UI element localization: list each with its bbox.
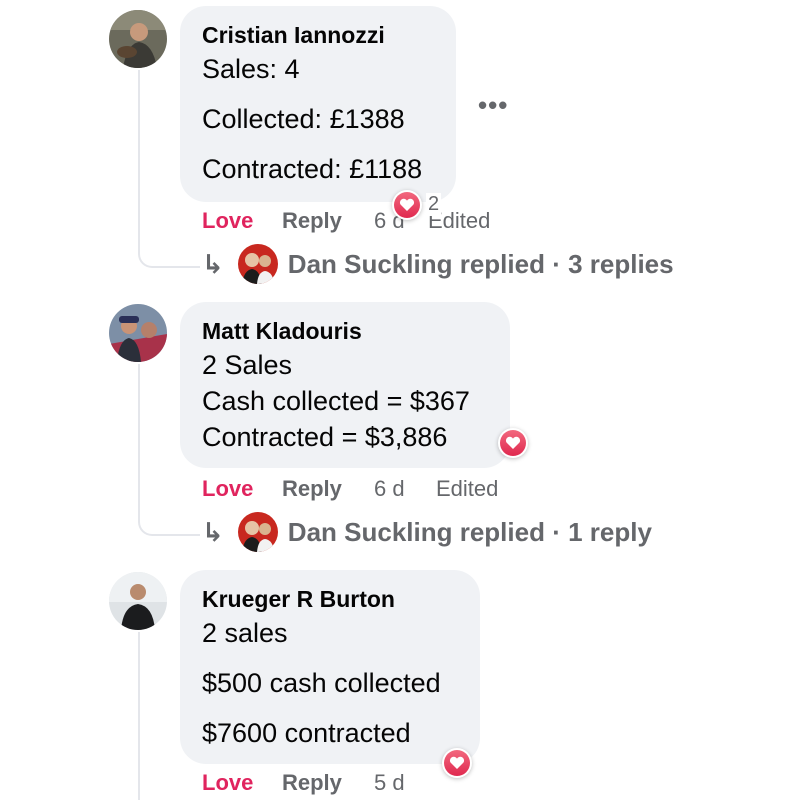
comment-bubble: Krueger R Burton 2 sales $500 cash colle… — [180, 570, 480, 764]
avatar[interactable] — [109, 10, 167, 68]
comment-actions: Love Reply 5 d — [202, 770, 522, 798]
comment-text-line: 2 sales — [202, 618, 288, 648]
comment-bubble: Cristian Iannozzi Sales: 4 Collected: £1… — [180, 6, 456, 202]
replier-avatar — [237, 244, 278, 284]
comment-text-line: $7600 contracted — [202, 718, 411, 748]
reaction-badge[interactable] — [498, 428, 528, 458]
comment-bubble: Matt Kladouris 2 Sales Cash collected = … — [180, 302, 510, 468]
reply-button[interactable]: Reply — [282, 208, 342, 234]
avatar[interactable] — [109, 304, 167, 362]
comment-author[interactable]: Cristian Iannozzi — [202, 22, 385, 49]
timestamp[interactable]: 5 d — [374, 770, 405, 796]
comment-text-line: Contracted = $3,886 — [202, 422, 448, 452]
reply-button[interactable]: Reply — [282, 476, 342, 502]
replies-summary[interactable]: Dan Suckling replied · 3 replies — [288, 249, 674, 280]
more-options-button[interactable]: ••• — [478, 90, 508, 121]
view-replies-link[interactable]: ↳ Dan Suckling replied · 1 reply — [202, 512, 652, 552]
comment-author[interactable]: Krueger R Burton — [202, 586, 395, 613]
reply-arrow-icon: ↳ — [202, 248, 224, 279]
comment-text-line: Collected: £1388 — [202, 104, 405, 134]
replier-avatar — [237, 512, 278, 552]
reaction-count[interactable]: 2 — [426, 193, 442, 216]
reply-arrow-icon: ↳ — [202, 516, 224, 547]
reply-button[interactable]: Reply — [282, 770, 342, 796]
love-button[interactable]: Love — [202, 476, 253, 502]
love-heart-icon — [394, 192, 420, 218]
reaction-badge[interactable] — [392, 190, 422, 220]
love-button[interactable]: Love — [202, 208, 253, 234]
comment-actions: Love Reply 6 d Edited — [202, 208, 522, 236]
timestamp[interactable]: 6 d — [374, 476, 405, 502]
comment-text-line: Contracted: £1188 — [202, 154, 423, 184]
comment-text-line: 2 Sales — [202, 350, 293, 380]
love-heart-icon — [500, 430, 526, 456]
comment-author[interactable]: Matt Kladouris — [202, 318, 362, 345]
love-button[interactable]: Love — [202, 770, 253, 796]
replies-summary[interactable]: Dan Suckling replied · 1 reply — [288, 517, 652, 548]
thread-connector — [138, 632, 140, 800]
avatar[interactable] — [109, 572, 167, 630]
comment-text-line: $500 cash collected — [202, 668, 441, 698]
comment-text-line: Cash collected = $367 — [202, 386, 470, 416]
edited-label[interactable]: Edited — [436, 476, 498, 502]
comment-actions: Love Reply 6 d Edited — [202, 476, 522, 504]
view-replies-link[interactable]: ↳ Dan Suckling replied · 3 replies — [202, 244, 674, 284]
comment-text-line: Sales: 4 — [202, 54, 300, 84]
